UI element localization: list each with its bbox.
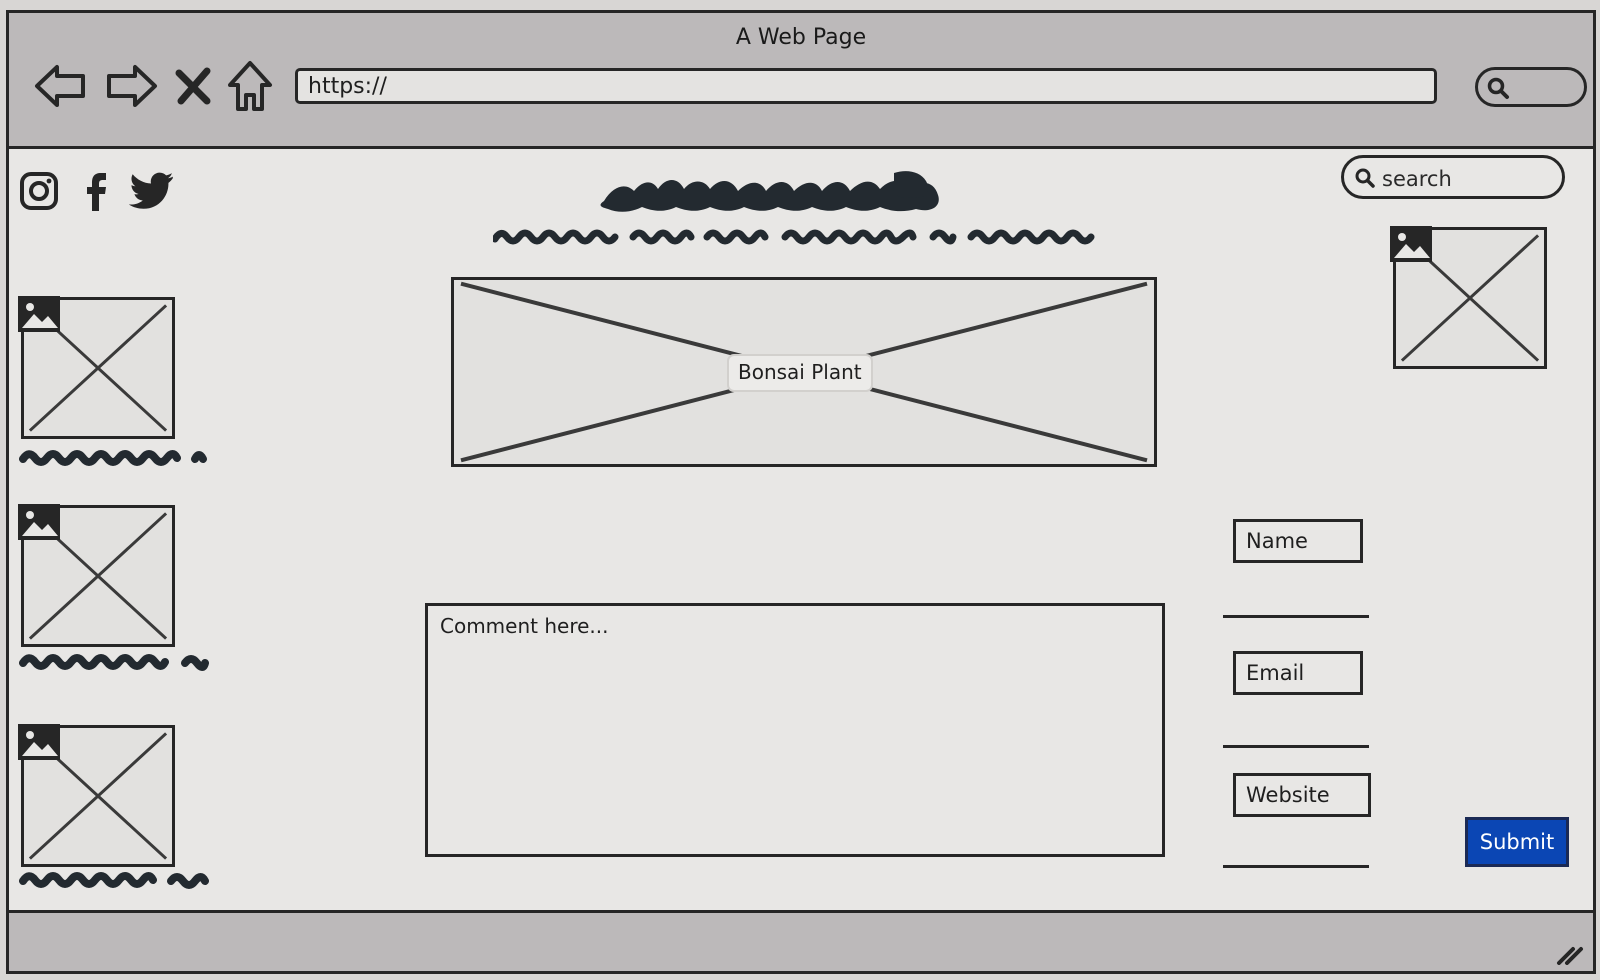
address-text: https:// — [308, 74, 387, 99]
back-arrow-icon[interactable] — [33, 57, 91, 115]
name-label: Name — [1233, 519, 1363, 563]
search-icon — [1355, 168, 1375, 188]
hero-image-label: Bonsai Plant — [727, 354, 873, 392]
name-input[interactable] — [1223, 587, 1373, 615]
website-label: Website — [1233, 773, 1371, 817]
status-bar — [9, 910, 1593, 971]
search-input[interactable] — [1380, 164, 1554, 194]
resize-grip-icon[interactable] — [1555, 941, 1585, 965]
browser-window: A Web Page https:// search Bonsai Plant … — [6, 10, 1596, 974]
facebook-icon[interactable] — [75, 169, 119, 213]
forward-arrow-icon[interactable] — [101, 57, 159, 115]
image-icon — [18, 504, 60, 540]
browser-search-button[interactable] — [1475, 67, 1587, 107]
twitter-icon[interactable] — [128, 169, 175, 213]
image-icon — [18, 296, 60, 332]
email-underline — [1223, 745, 1369, 748]
image-icon — [18, 724, 60, 760]
site-logo — [600, 171, 939, 212]
website-underline — [1223, 865, 1369, 868]
search-icon — [1487, 77, 1509, 99]
website-input[interactable] — [1223, 837, 1373, 865]
comment-textarea[interactable] — [425, 603, 1165, 857]
sidebar-item-caption — [19, 450, 207, 466]
sidebar-item-image[interactable] — [18, 504, 175, 647]
submit-button[interactable]: Submit — [1465, 817, 1569, 867]
sidebar-right-image — [1390, 226, 1547, 369]
window-title: A Web Page — [735, 25, 867, 50]
site-tagline — [493, 229, 1095, 245]
email-input[interactable] — [1223, 717, 1373, 745]
sidebar-item-caption — [19, 872, 209, 889]
image-icon — [1390, 226, 1432, 262]
browser-chrome: A Web Page https:// — [9, 13, 1593, 149]
sidebar-item-caption — [19, 654, 209, 671]
address-bar[interactable]: https:// — [295, 68, 1437, 104]
sidebar-item-image[interactable] — [18, 296, 175, 439]
instagram-icon[interactable] — [17, 169, 61, 213]
email-label: Email — [1233, 651, 1363, 695]
page-content: Bonsai Plant — [9, 149, 1593, 913]
close-icon[interactable] — [171, 57, 215, 115]
name-underline — [1223, 615, 1369, 618]
search-box[interactable] — [1341, 155, 1565, 199]
home-icon[interactable] — [225, 57, 275, 115]
sidebar-item-image[interactable] — [18, 724, 175, 867]
